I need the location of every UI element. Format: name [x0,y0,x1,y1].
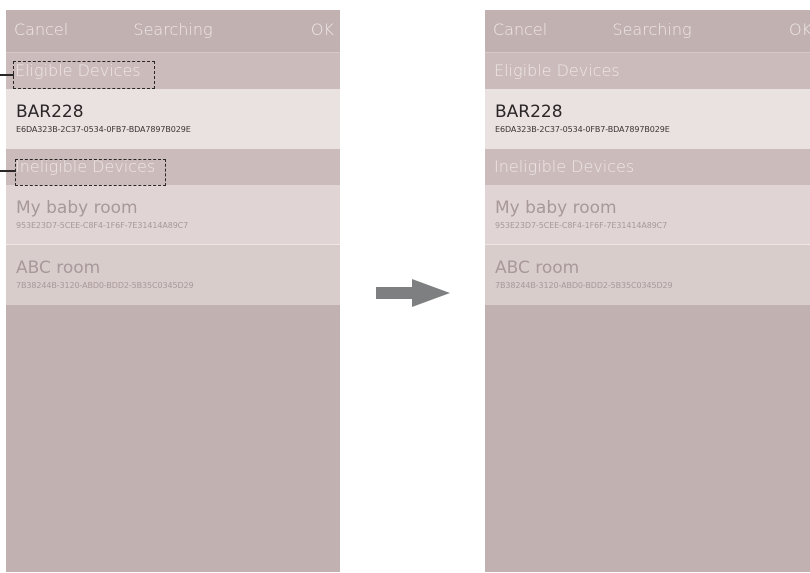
device-name: My baby room [495,198,617,218]
device-row-ineligible: ABC room 7B38244B-3120-ABD0-BDD2-5B35C03… [6,245,340,305]
ok-button[interactable]: OK [311,20,334,39]
device-uuid: 7B38244B-3120-ABD0-BDD2-5B35C0345D29 [495,281,673,290]
device-uuid: 953E23D7-5CEE-C8F4-1F6F-7E31414A89C7 [495,221,668,230]
device-row-ineligible: My baby room 953E23D7-5CEE-C8F4-1F6F-7E3… [6,185,340,245]
device-row-ineligible: ABC room 7B38244B-3120-ABD0-BDD2-5B35C03… [485,245,810,305]
device-name: BAR228 [495,102,563,122]
right-arrow-icon [376,287,412,299]
ineligible-devices-header: Ineligible Devices [485,149,810,185]
navigation-bar: Cancel Searching OK [6,10,340,53]
right-arrow-icon-head [412,279,450,307]
navigation-bar: Cancel Searching OK [485,10,810,53]
device-uuid: 953E23D7-5CEE-C8F4-1F6F-7E31414A89C7 [16,221,189,230]
device-row-eligible[interactable]: BAR228 E6DA323B-2C37-0534-0FB7-BDA7897B0… [485,89,810,149]
eligible-header-highlight [13,61,155,89]
eligible-devices-header: Eligible Devices [485,53,810,89]
device-name: BAR228 [16,102,84,122]
device-uuid: 7B38244B-3120-ABD0-BDD2-5B35C0345D29 [16,281,194,290]
eligible-callout-line [0,74,14,76]
device-name: My baby room [16,198,138,218]
device-name: ABC room [16,258,101,278]
device-row-eligible[interactable]: BAR228 E6DA323B-2C37-0534-0FB7-BDA7897B0… [6,89,340,149]
ok-button[interactable]: OK [789,20,810,39]
ineligible-header-highlight [15,159,166,186]
screen-after: Cancel Searching OK Eligible Devices BAR… [485,10,810,572]
device-uuid: E6DA323B-2C37-0534-0FB7-BDA7897B029E [16,125,191,134]
device-uuid: E6DA323B-2C37-0534-0FB7-BDA7897B029E [495,125,670,134]
nav-title: Searching [133,20,213,39]
device-name: ABC room [495,258,580,278]
ineligible-callout-line [0,170,16,172]
device-row-ineligible: My baby room 953E23D7-5CEE-C8F4-1F6F-7E3… [485,185,810,245]
nav-title: Searching [612,20,692,39]
screen-before: Cancel Searching OK Eligible Devices BAR… [6,10,340,572]
